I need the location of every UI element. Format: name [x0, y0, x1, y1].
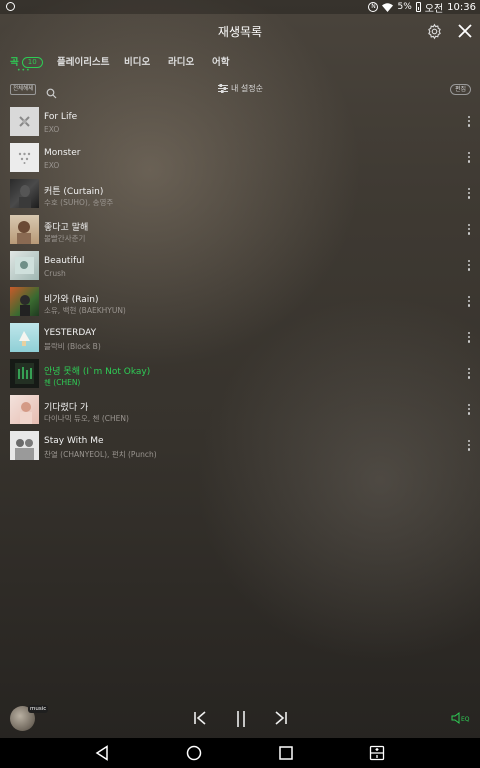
sort-label: 내 설정순: [231, 84, 263, 93]
close-icon[interactable]: [456, 22, 474, 40]
song-artist: EXO: [44, 125, 60, 134]
more-options-icon[interactable]: [466, 404, 472, 418]
song-row[interactable]: Monster EXO: [0, 140, 480, 176]
more-options-icon[interactable]: [466, 188, 472, 202]
song-row[interactable]: YESTERDAY 블락비 (Block B): [0, 320, 480, 356]
song-artist: 첸 (CHEN): [44, 378, 81, 387]
song-artist: 블락비 (Block B): [44, 342, 101, 351]
clock: 10:36: [447, 1, 476, 13]
song-row[interactable]: Beautiful Crush: [0, 248, 480, 284]
tab-radio[interactable]: 라디오: [168, 54, 194, 68]
tab-bar: 곡 10 ••• 플레이리스트 비디오 라디오 어학: [0, 50, 480, 78]
playlist-screen: N 5% 오전 10:36 재생목록 곡 10 ••• 플레이리스트 비디오 라…: [0, 0, 480, 768]
tab-songs[interactable]: 곡 10: [10, 54, 43, 68]
music-badge: music: [28, 705, 49, 713]
album-art: [10, 323, 39, 352]
album-art: [10, 215, 39, 244]
song-artist: 소유, 백현 (BAEKHYUN): [44, 306, 126, 315]
eq-label: EQ: [461, 716, 470, 723]
more-options-icon[interactable]: [466, 296, 472, 310]
back-icon[interactable]: [94, 745, 110, 761]
sort-button[interactable]: 내 설정순: [218, 83, 263, 94]
song-title: 커튼 (Curtain): [44, 187, 104, 197]
song-title: YESTERDAY: [44, 328, 97, 338]
album-art: [10, 395, 39, 424]
tab-indicator-icon: •••: [17, 67, 31, 74]
more-options-icon[interactable]: [466, 440, 472, 454]
battery-icon: [415, 2, 421, 12]
next-icon[interactable]: [274, 710, 288, 730]
status-bar: N 5% 오전 10:36: [0, 0, 480, 15]
song-row[interactable]: 기다렸다 가 다이나믹 듀오, 첸 (CHEN): [0, 392, 480, 428]
battery-percent: 5%: [397, 2, 412, 12]
tab-videos[interactable]: 비디오: [124, 54, 150, 68]
wifi-icon: [382, 2, 394, 12]
song-row-now-playing[interactable]: 안녕 못해 (I`m Not Okay) 첸 (CHEN): [0, 356, 480, 392]
song-artist: 찬열 (CHANYEOL), 펀치 (Punch): [44, 450, 157, 459]
song-artist: 볼빨간사춘기: [44, 234, 86, 243]
home-icon[interactable]: [186, 745, 202, 761]
song-row[interactable]: Stay With Me 찬열 (CHANYEOL), 펀치 (Punch): [0, 428, 480, 464]
song-title: For Life: [44, 112, 78, 122]
album-art: [10, 179, 39, 208]
song-title: 좋다고 말해: [44, 223, 89, 233]
more-options-icon[interactable]: [466, 260, 472, 274]
more-options-icon[interactable]: [466, 368, 472, 382]
song-row[interactable]: 좋다고 말해 볼빨간사춘기: [0, 212, 480, 248]
time-prefix: 오전: [424, 3, 444, 15]
pause-icon[interactable]: [235, 710, 247, 732]
mini-player: music EQ: [0, 700, 480, 738]
more-options-icon[interactable]: [466, 332, 472, 346]
song-row[interactable]: 비가와 (Rain) 소유, 백현 (BAEKHYUN): [0, 284, 480, 320]
previous-icon[interactable]: [193, 710, 207, 730]
song-row[interactable]: For Life EXO: [0, 104, 480, 140]
song-title: Monster: [44, 148, 81, 158]
header: 재생목록: [0, 14, 480, 48]
sort-icon: [218, 84, 228, 93]
song-title: 안녕 못해 (I`m Not Okay): [44, 367, 151, 377]
gear-icon[interactable]: [426, 23, 443, 40]
song-artist: 다이나믹 듀오, 첸 (CHEN): [44, 414, 129, 423]
album-art: [10, 107, 39, 136]
edit-button[interactable]: 편집: [450, 84, 472, 95]
album-art: [10, 287, 39, 316]
album-art: [10, 143, 39, 172]
song-artist: 수호 (SUHO), 송영주: [44, 198, 114, 207]
more-options-icon[interactable]: [466, 224, 472, 238]
song-title: 비가와 (Rain): [44, 295, 99, 305]
album-art: [10, 251, 39, 280]
song-title: Stay With Me: [44, 436, 104, 446]
equalizer-icon: [451, 712, 460, 724]
app-ring-icon: [6, 2, 16, 12]
song-row[interactable]: 커튼 (Curtain) 수호 (SUHO), 송영주: [0, 176, 480, 212]
song-artist: Crush: [44, 269, 66, 278]
song-artist: EXO: [44, 161, 60, 170]
deselect-all-button[interactable]: 전체해제: [10, 84, 37, 95]
list-toolbar: 전체해제 내 설정순 편집: [0, 82, 480, 100]
more-options-icon[interactable]: [466, 152, 472, 166]
song-title: Beautiful: [44, 256, 85, 266]
more-options-icon[interactable]: [466, 116, 472, 130]
system-nav-bar: [0, 738, 480, 768]
multi-window-icon[interactable]: [369, 745, 385, 761]
tab-language[interactable]: 어학: [212, 54, 229, 68]
album-art: [10, 359, 39, 388]
search-icon[interactable]: [46, 84, 57, 99]
page-title: 재생목록: [217, 25, 263, 39]
song-title: 기다렸다 가: [44, 403, 89, 413]
recents-icon[interactable]: [278, 745, 294, 761]
album-art: [10, 431, 39, 460]
nfc-icon: N: [368, 2, 379, 12]
tab-playlists[interactable]: 플레이리스트: [57, 54, 109, 68]
equalizer-button[interactable]: EQ: [451, 712, 470, 724]
